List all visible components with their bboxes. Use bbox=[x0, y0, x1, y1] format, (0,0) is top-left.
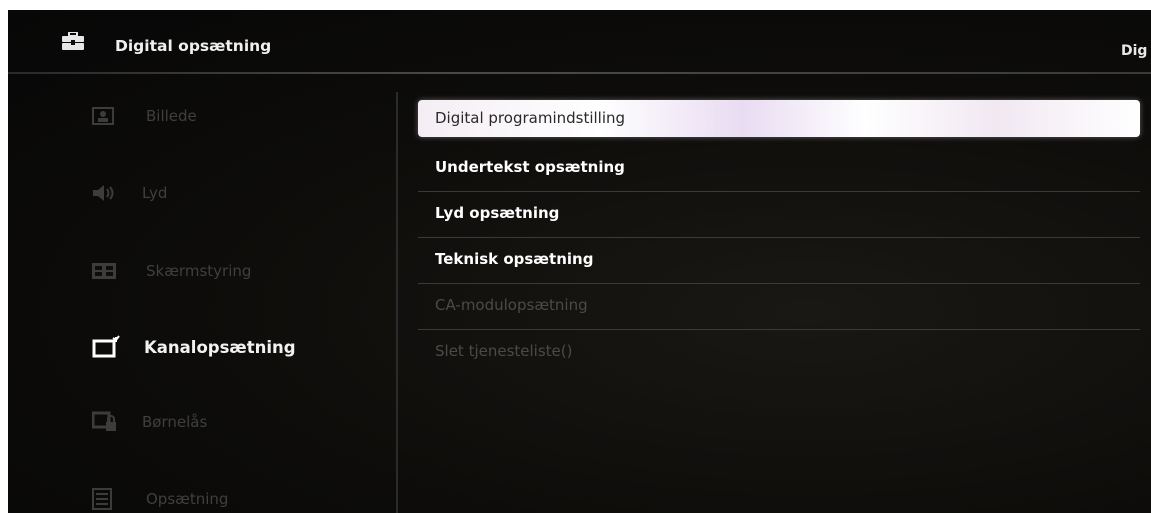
toolbox-icon bbox=[62, 31, 84, 50]
setup-icon bbox=[92, 488, 122, 510]
menu-item-label: Teknisk opsætning bbox=[435, 250, 594, 268]
sidebar-item-label: Billede bbox=[146, 107, 197, 125]
sidebar-item-opsaetning[interactable]: Opsætning bbox=[92, 485, 228, 513]
page-title: Digital opsætning bbox=[115, 37, 272, 55]
channel-setup-icon bbox=[92, 335, 122, 358]
picture-icon bbox=[92, 105, 122, 127]
sidebar-item-label: Lyd bbox=[142, 184, 168, 202]
menu-item-slet-tjenesteliste: Slet tjenesteliste() bbox=[418, 330, 1140, 376]
header-right-text: Dig bbox=[1121, 43, 1148, 59]
menu-item-teknisk-opsaetning[interactable]: Teknisk opsætning bbox=[418, 238, 1140, 284]
tv-screen: Digital opsætning Dig Billede Lyd Skærms… bbox=[8, 10, 1151, 513]
parental-lock-icon bbox=[92, 411, 122, 433]
menu-item-label: CA-modulopsætning bbox=[435, 296, 588, 314]
header-divider bbox=[8, 72, 1151, 74]
header: Digital opsætning Dig bbox=[8, 10, 1151, 72]
sidebar-item-label: Børnelås bbox=[142, 413, 208, 431]
menu-item-label: Lyd opsætning bbox=[435, 204, 560, 222]
menu-item-digital-programindstilling[interactable]: Digital programindstilling bbox=[418, 100, 1140, 137]
sidebar-item-label: Opsætning bbox=[146, 490, 229, 508]
digital-setup-menu: Digital programindstilling Undertekst op… bbox=[418, 100, 1140, 376]
screen-control-icon bbox=[92, 260, 122, 282]
menu-item-label: Slet tjenesteliste() bbox=[435, 342, 573, 360]
sidebar-item-lyd[interactable]: Lyd bbox=[92, 179, 167, 207]
column-divider bbox=[396, 92, 398, 513]
sidebar-item-label: Skærmstyring bbox=[146, 262, 252, 280]
sidebar-item-label: Kanalopsætning bbox=[144, 337, 296, 357]
sidebar-item-skaermstyring[interactable]: Skærmstyring bbox=[92, 257, 251, 285]
sidebar-item-billede[interactable]: Billede bbox=[92, 102, 197, 130]
menu-item-label: Undertekst opsætning bbox=[435, 158, 625, 176]
menu-item-lyd-opsaetning[interactable]: Lyd opsætning bbox=[418, 192, 1140, 238]
menu-item-label: Digital programindstilling bbox=[435, 109, 626, 127]
sidebar-item-boernelaas[interactable]: Børnelås bbox=[92, 408, 207, 436]
menu-item-undertekst-opsaetning[interactable]: Undertekst opsætning bbox=[418, 146, 1140, 192]
speaker-icon bbox=[92, 182, 122, 204]
sidebar-item-kanalopsaetning[interactable]: Kanalopsætning bbox=[92, 333, 296, 361]
menu-item-ca-modulopsaetning: CA-modulopsætning bbox=[418, 284, 1140, 330]
